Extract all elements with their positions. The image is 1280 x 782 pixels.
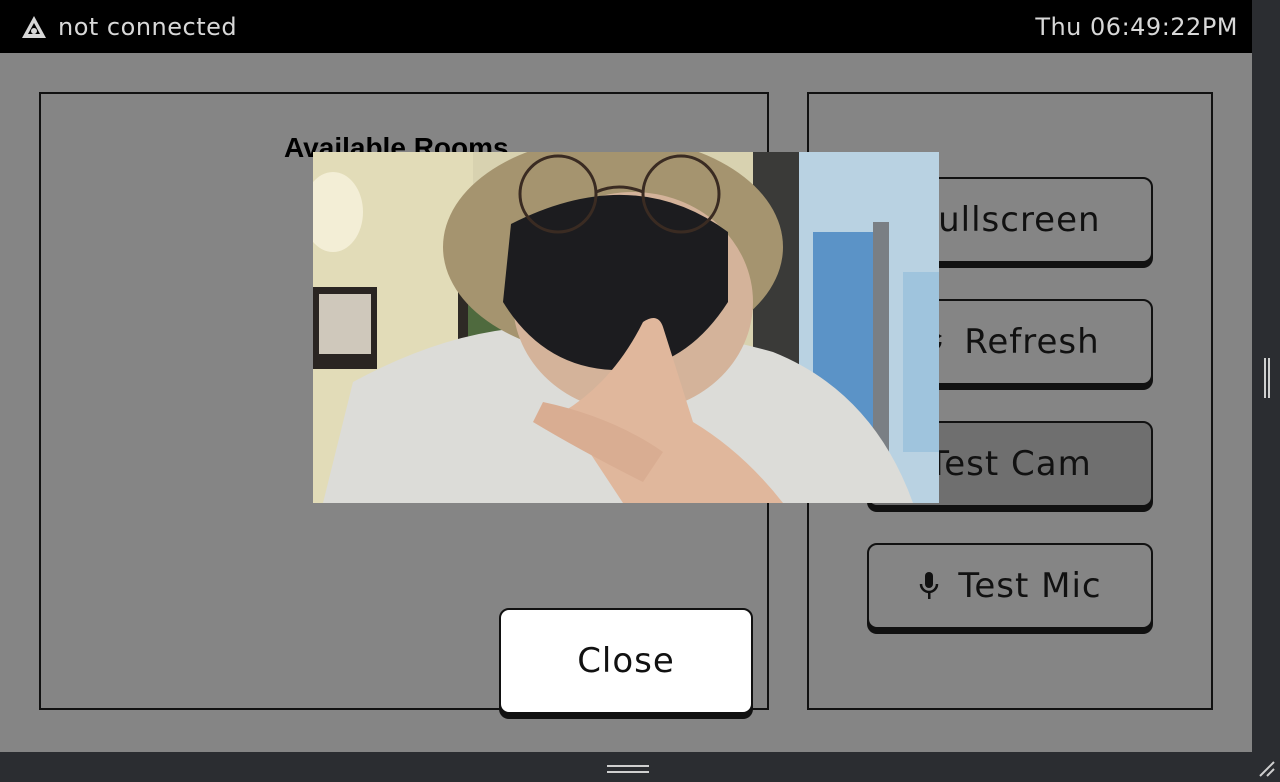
- connection-status: not connected: [20, 12, 237, 42]
- resize-grip-icon[interactable]: [1256, 758, 1276, 778]
- status-bar: not connected Thu 06:49:22PM: [0, 0, 1252, 53]
- refresh-button-label: Refresh: [964, 322, 1100, 362]
- clock: Thu 06:49:22PM: [1035, 13, 1238, 41]
- bottom-drag-handle[interactable]: [607, 765, 649, 773]
- test-mic-button[interactable]: Test Mic: [867, 543, 1153, 629]
- close-button[interactable]: Close: [499, 608, 753, 714]
- test-cam-button-label: Test Cam: [928, 444, 1092, 484]
- side-drag-handle[interactable]: [1264, 358, 1270, 398]
- connection-status-text: not connected: [58, 13, 238, 41]
- test-mic-button-label: Test Mic: [958, 566, 1102, 606]
- app-window: not connected Thu 06:49:22PM Available R…: [0, 0, 1252, 752]
- camera-preview: [313, 152, 939, 503]
- close-button-label: Close: [577, 641, 675, 681]
- network-icon: [20, 14, 48, 40]
- fullscreen-button-label: Fullscreen: [919, 200, 1101, 240]
- microphone-icon: [918, 570, 940, 602]
